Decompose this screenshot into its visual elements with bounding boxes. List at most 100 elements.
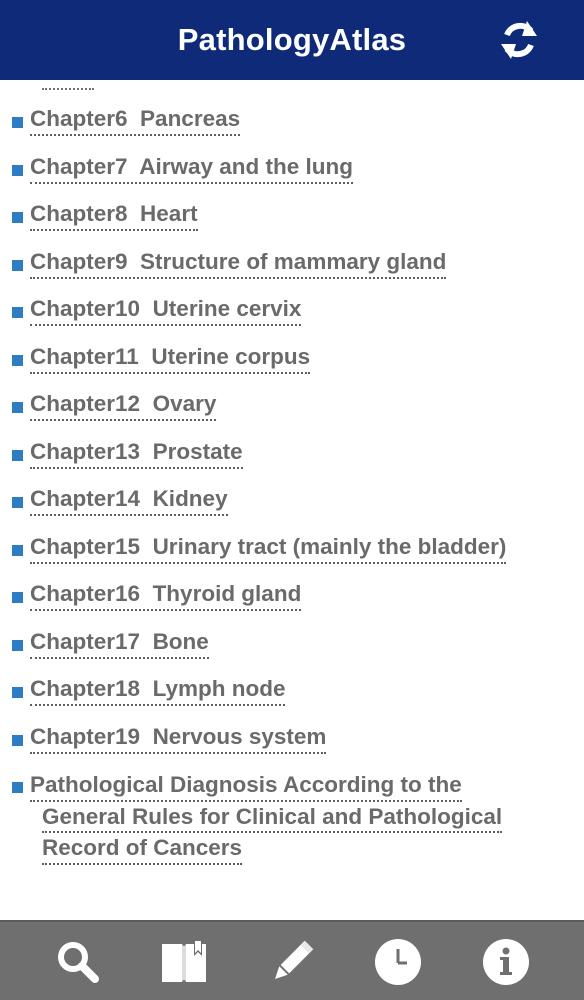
chapter-gap [128,106,141,131]
appendix-line: Pathological Diagnosis According to the [30,770,462,802]
chapter-link[interactable]: Chapter10 Uterine cervix [30,295,302,326]
tab-bookmarks[interactable] [158,936,210,988]
chapter-number: Chapter12 [30,391,141,416]
chapter-title: Structure of mammary gland [140,248,447,274]
chapter-title: Uterine corpus [151,343,311,369]
bullet-square-icon [12,307,23,318]
chapter-link[interactable]: Chapter14 Kidney [30,485,228,516]
chapter-gap [139,344,152,369]
chapter-gap [140,391,153,416]
bullet-square-icon [12,212,23,223]
chapter-link[interactable]: Chapter9 Structure of mammary gland [30,248,447,279]
chapter-gap [128,154,140,179]
bullet-square-icon [12,259,23,271]
chapter-title: Heart [140,201,198,226]
pencil-icon [275,940,314,979]
chapter-number: Chapter15 [30,533,141,559]
app-screen: PathologyAtlas Chapter6 Pancreas Chapter7… [0,0,584,1000]
search-icon [58,942,99,983]
chapter-title: Lymph node [152,676,286,701]
chapter-link[interactable]: Chapter15 Urinary tract (mainly the blad… [30,533,507,564]
chapter-link[interactable]: Chapter6 Pancreas [30,105,241,136]
chapter-list-item[interactable]: Chapter18 Lymph node [0,673,584,721]
chapter-list-item[interactable]: Chapter16 Thyroid gland [0,578,584,626]
chapter-gap [140,486,153,511]
chapter-list-item[interactable]: Chapter19 Nervous system [0,721,584,769]
chapter-list: Chapter6 Pancreas Chapter7 Airway and the… [0,103,584,868]
chapter-list-item[interactable]: Chapter12 Ovary [0,388,584,436]
tab-search[interactable] [52,936,104,988]
chapter-link[interactable]: Chapter17 Bone [30,628,209,659]
chapter-number: Chapter17 [30,628,141,654]
appendix-list-item[interactable]: Pathological Diagnosis According to the G… [0,768,584,868]
chapter-link[interactable]: Chapter8 Heart [30,200,198,231]
chapter-list-item[interactable]: Chapter6 Pancreas [0,103,584,151]
chapter-number: Chapter18 [30,676,141,701]
chapter-number: Chapter11 [30,343,139,369]
chapter-list-item[interactable]: Chapter10 Uterine cervix [0,293,584,341]
chapter-list-item[interactable]: Chapter14 Kidney [0,483,584,531]
chapter-list-item[interactable]: Chapter8 Heart [0,198,584,246]
refresh-icon [501,21,537,59]
bullet-square-icon [12,164,23,176]
info-icon [483,939,529,985]
tab-history[interactable] [372,936,424,988]
chapter-title: Airway and the lung [139,153,353,179]
chapter-title: Thyroid gland [152,581,302,606]
chapter-list-item[interactable]: Chapter13 Prostate [0,436,584,484]
chapter-gap [128,249,141,274]
bullet-square-icon [12,354,23,366]
chapter-gap [140,534,153,559]
chapter-title: Bone [152,628,209,654]
chapter-title: Urinary tract (mainly the bladder) [152,533,507,559]
chapter-gap [140,676,153,701]
bullet-square-icon [12,734,23,746]
bullet-square-icon [12,544,23,556]
chapter-link[interactable]: Chapter16 Thyroid gland [30,580,302,611]
chapter-list-item[interactable]: Chapter9 Structure of mammary gland [0,246,584,294]
history-clock-icon [375,939,421,985]
appendix-line: General Rules for Clinical and Pathologi… [42,802,503,833]
chapter-link[interactable]: Chapter7 Airway and the lung [30,153,353,184]
chapter-list-item[interactable]: Chapter11 Uterine corpus [0,341,584,389]
chapter-number: Chapter8 [30,201,128,226]
bullet-square-icon [12,782,23,793]
page-title: PathologyAtlas [177,22,407,57]
chapter-title: Pancreas [140,106,241,131]
tab-info[interactable] [480,936,532,988]
chapter-number: Chapter6 [30,106,128,131]
chapter-title: Uterine cervix [152,296,302,321]
chapter-list-area[interactable]: Chapter6 Pancreas Chapter7 Airway and the… [0,80,584,920]
chapter-link[interactable]: Chapter13 Prostate [30,438,243,469]
bullet-square-icon [12,687,23,698]
bullet-square-icon [12,449,23,461]
chapter-gap [140,296,153,321]
chapter-link[interactable]: Chapter18 Lymph node [30,675,286,706]
chapter-number: Chapter14 [30,486,141,511]
appendix-link[interactable]: Pathological Diagnosis According to the G… [30,770,540,865]
chapter-number: Chapter19 [30,723,141,749]
bullet-square-icon [12,117,23,128]
chapter-gap [140,581,153,606]
chapter-list-item[interactable]: Chapter7 Airway and the lung [0,151,584,199]
bookmark-book-icon [162,940,206,982]
chapter-gap [140,629,153,654]
chapter-link[interactable]: Chapter11 Uterine corpus [30,343,311,374]
bullet-square-icon [12,402,23,413]
chapter-title: Kidney [152,486,228,511]
chapter-link[interactable]: Chapter19 Nervous system [30,723,327,754]
chapter-title: Nervous system [152,723,327,749]
chapter-gap [140,724,153,749]
refresh-button[interactable] [498,17,540,63]
bottom-toolbar [0,920,584,1000]
appendix-line: Record of Cancers [42,833,243,865]
partial-link-above[interactable] [42,80,94,90]
tab-notes[interactable] [266,936,318,988]
chapter-list-item[interactable]: Chapter15 Urinary tract (mainly the blad… [0,531,584,579]
bullet-square-icon [12,592,23,603]
chapter-list-item[interactable]: Chapter17 Bone [0,626,584,674]
chapter-number: Chapter13 [30,438,141,464]
bullet-square-icon [12,639,23,651]
chapter-link[interactable]: Chapter12 Ovary [30,390,217,421]
chapter-number: Chapter7 [30,153,128,179]
